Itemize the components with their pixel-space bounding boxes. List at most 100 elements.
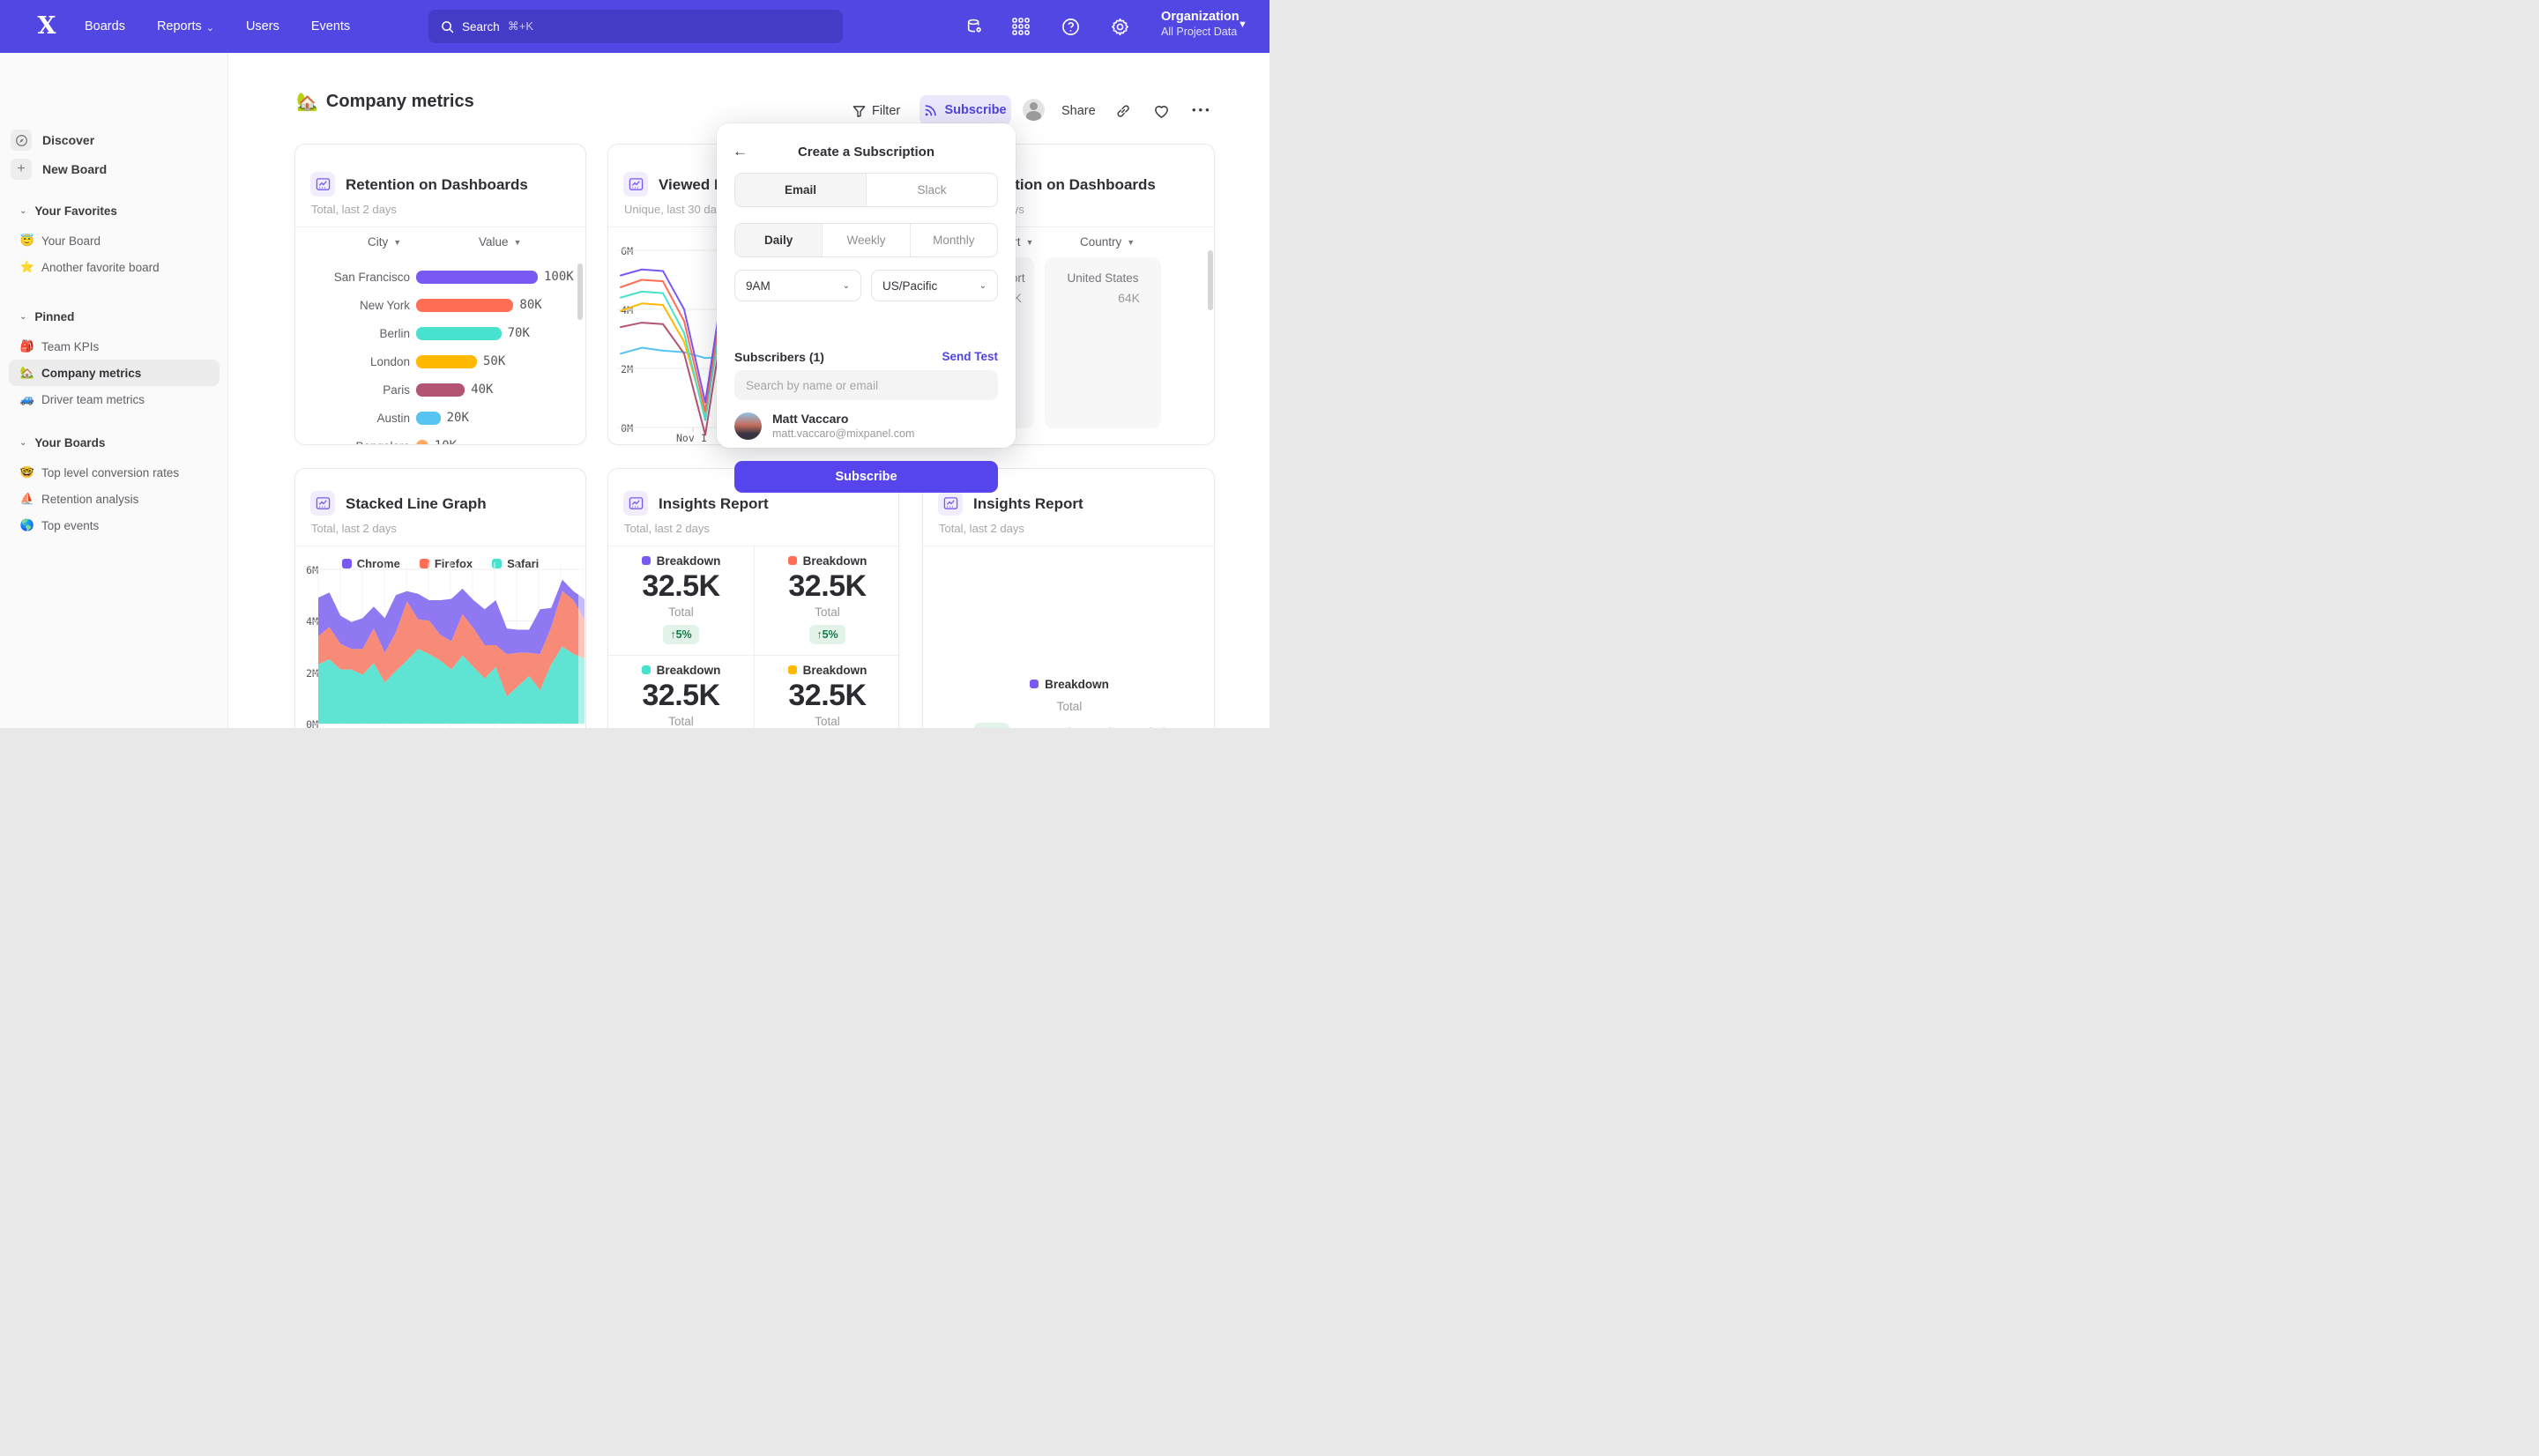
board-emoji: 🏡 bbox=[19, 366, 35, 380]
bar-row-new-york[interactable]: New York80K bbox=[295, 295, 577, 315]
total-label: Total bbox=[608, 605, 754, 619]
stacked-area-chart bbox=[295, 556, 586, 728]
card-title: Retention on Dashboards bbox=[346, 176, 528, 194]
plus-icon: + bbox=[11, 159, 32, 180]
sidebar-item-company-metrics[interactable]: 🏡Company metrics bbox=[9, 360, 220, 386]
card-insights-report-single: Insights Report Total, last 2 days Break… bbox=[922, 468, 1215, 728]
subscriber-name: Matt Vaccaro bbox=[772, 412, 848, 426]
user-avatar[interactable] bbox=[1023, 99, 1045, 121]
bar-row-bangalore[interactable]: Bangalore10K bbox=[295, 436, 577, 445]
sidebar-item-new-board[interactable]: + New Board bbox=[11, 155, 218, 183]
nav-item-users[interactable]: Users bbox=[246, 19, 279, 33]
board-emoji: 🎒 bbox=[19, 339, 35, 353]
bar-row-paris[interactable]: Paris40K bbox=[295, 380, 577, 399]
share-button[interactable]: Share bbox=[1061, 99, 1096, 123]
sidebar-item-team-kpis[interactable]: 🎒Team KPIs bbox=[9, 333, 220, 360]
breakdown-legend: Breakdown bbox=[755, 554, 899, 568]
board-emoji: 😇 bbox=[19, 234, 35, 248]
frequency-segmented-control: DailyWeeklyMonthly bbox=[734, 223, 998, 257]
insight-tile-4[interactable]: Breakdown32.5KTotal↑5% bbox=[755, 664, 899, 728]
scrollbar[interactable] bbox=[577, 264, 583, 320]
breakdown-tile-country[interactable]: United States 64K bbox=[1045, 257, 1161, 428]
board-emoji: 🤓 bbox=[19, 465, 35, 479]
more-options-button[interactable]: ••• bbox=[1192, 103, 1212, 116]
help-icon[interactable] bbox=[1059, 15, 1082, 38]
compass-icon bbox=[11, 130, 32, 151]
sidebar-section-pinned[interactable]: ⌄Pinned bbox=[19, 310, 213, 323]
subscribe-submit-button[interactable]: Subscribe bbox=[734, 461, 998, 493]
sidebar-item-your-board[interactable]: 😇Your Board bbox=[9, 227, 220, 254]
nav-item-boards[interactable]: Boards bbox=[85, 19, 125, 33]
modal-title: Create a Subscription bbox=[717, 145, 1016, 160]
channel-option-email[interactable]: Email bbox=[735, 174, 866, 206]
chevron-down-icon: ▼ bbox=[1238, 19, 1247, 30]
report-icon bbox=[310, 491, 335, 516]
column-header-country[interactable]: Country▼ bbox=[1080, 235, 1135, 249]
sidebar-item-retention-analysis[interactable]: ⛵Retention analysis bbox=[9, 486, 220, 512]
total-label: Total bbox=[755, 715, 899, 728]
funnel-icon bbox=[853, 105, 866, 118]
favorite-heart-icon[interactable] bbox=[1153, 99, 1170, 123]
board-emoji: 🏡 bbox=[296, 91, 318, 113]
subscribers-label: Subscribers (1) bbox=[734, 350, 824, 364]
report-icon bbox=[623, 491, 648, 516]
sidebar-item-top-level-conversion-rates[interactable]: 🤓Top level conversion rates bbox=[9, 459, 220, 486]
metric-value: 32.5K bbox=[755, 569, 899, 604]
subscriber-search-input[interactable]: Search by name or email bbox=[734, 370, 998, 400]
bar bbox=[416, 440, 428, 446]
column-header-city[interactable]: City▼ bbox=[368, 235, 401, 249]
sidebar-item-top-events[interactable]: 🌎Top events bbox=[9, 512, 220, 539]
mixpanel-logo-icon[interactable]: X bbox=[32, 11, 62, 41]
channel-option-slack[interactable]: Slack bbox=[866, 174, 997, 206]
frequency-option-weekly[interactable]: Weekly bbox=[822, 224, 909, 256]
subscribe-button[interactable]: Subscribe bbox=[920, 95, 1011, 125]
insight-tile-3[interactable]: Breakdown32.5KTotal↑5% bbox=[608, 664, 754, 728]
bar-row-austin[interactable]: Austin20K bbox=[295, 408, 577, 427]
bar bbox=[416, 383, 465, 397]
report-icon bbox=[310, 172, 335, 197]
send-test-link[interactable]: Send Test bbox=[942, 350, 998, 363]
project-name: All Project Data bbox=[1161, 26, 1240, 38]
delta-row: ↑5% compared to previous period bbox=[923, 723, 1215, 728]
sidebar-section-your-favorites[interactable]: ⌄Your Favorites bbox=[19, 204, 213, 218]
filter-button[interactable]: Filter bbox=[853, 99, 900, 123]
sidebar-item-discover[interactable]: Discover bbox=[11, 126, 218, 154]
board-emoji: ⛵ bbox=[19, 492, 35, 506]
delta-badge: ↑5% bbox=[663, 625, 698, 644]
card-title: Stacked Line Graph bbox=[346, 495, 487, 513]
card-title: Insights Report bbox=[973, 495, 1083, 513]
scrollbar[interactable] bbox=[1208, 250, 1213, 310]
card-retention-on-dashboards: Retention on Dashboards Total, last 2 da… bbox=[294, 144, 586, 445]
org-name: Organization bbox=[1161, 10, 1240, 24]
data-gear-icon[interactable] bbox=[964, 15, 987, 38]
search-input[interactable]: Search ⌘+K bbox=[428, 10, 843, 43]
delta-badge: ↑5% bbox=[809, 625, 845, 644]
new-board-label: New Board bbox=[42, 162, 107, 176]
settings-icon[interactable] bbox=[1108, 15, 1131, 38]
breakdown-legend: Breakdown Total bbox=[923, 677, 1215, 713]
card-insights-report-grid: Insights Report Total, last 2 days Break… bbox=[607, 468, 899, 728]
nav-item-events[interactable]: Events bbox=[311, 19, 350, 33]
org-project-switcher[interactable]: Organization All Project Data bbox=[1161, 10, 1240, 38]
time-select[interactable]: 9AM⌄ bbox=[734, 270, 861, 301]
bar-row-london[interactable]: London50K bbox=[295, 352, 577, 371]
sidebar-item-another-favorite-board[interactable]: ⭐Another favorite board bbox=[9, 254, 220, 280]
column-header-value[interactable]: Value▼ bbox=[479, 235, 521, 249]
apps-grid-icon[interactable] bbox=[1009, 15, 1032, 38]
timezone-select[interactable]: US/Pacific⌄ bbox=[871, 270, 998, 301]
total-label: Total bbox=[608, 715, 754, 728]
copy-link-icon[interactable] bbox=[1115, 99, 1131, 123]
sidebar-section-your-boards[interactable]: ⌄Your Boards bbox=[19, 436, 213, 449]
frequency-option-monthly[interactable]: Monthly bbox=[910, 224, 997, 256]
metric-value: 32.5K bbox=[608, 679, 754, 713]
delta-badge: ↑5% bbox=[974, 723, 1009, 728]
nav-item-reports[interactable]: Reports⌄ bbox=[157, 19, 214, 33]
sidebar-item-driver-team-metrics[interactable]: 🚙Driver team metrics bbox=[9, 386, 220, 412]
total-label: Total bbox=[755, 605, 899, 619]
insight-tile-2[interactable]: Breakdown32.5KTotal ↑5% bbox=[755, 554, 899, 644]
discover-label: Discover bbox=[42, 133, 94, 147]
bar-row-berlin[interactable]: Berlin70K bbox=[295, 323, 577, 343]
insight-tile-1[interactable]: Breakdown32.5KTotal↑5% bbox=[608, 554, 754, 644]
bar-row-san-francisco[interactable]: San Francisco100K bbox=[295, 267, 577, 286]
frequency-option-daily[interactable]: Daily bbox=[735, 224, 822, 256]
